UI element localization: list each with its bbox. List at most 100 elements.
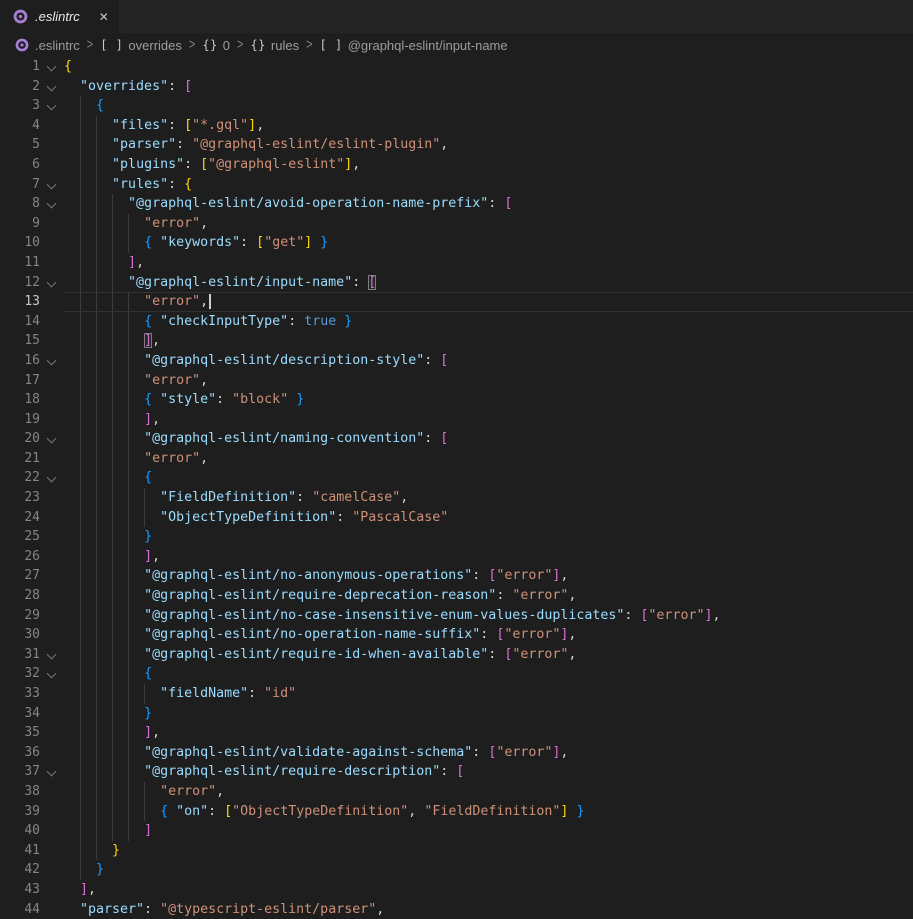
- code-line[interactable]: 11 ],: [0, 253, 913, 273]
- indent-guide: [128, 762, 129, 782]
- indent-guide: [96, 723, 97, 743]
- fold-chevron-icon[interactable]: [40, 468, 64, 488]
- code-line[interactable]: 36 "@graphql-eslint/validate-against-sch…: [0, 743, 913, 763]
- indent-guide: [128, 645, 129, 665]
- code-line[interactable]: 9 "error",: [0, 214, 913, 234]
- code-line[interactable]: 20 "@graphql-eslint/naming-convention": …: [0, 429, 913, 449]
- breadcrumb-item--eslintrc[interactable]: .eslintrc: [15, 38, 80, 53]
- code-line[interactable]: 33 "fieldName": "id": [0, 684, 913, 704]
- fold-chevron-icon[interactable]: [40, 194, 64, 214]
- code-line[interactable]: 8 "@graphql-eslint/avoid-operation-name-…: [0, 194, 913, 214]
- chevron-down-icon: [47, 649, 57, 659]
- fold-chevron-icon[interactable]: [40, 351, 64, 371]
- code-text: "@graphql-eslint/require-id-when-availab…: [64, 645, 913, 665]
- code-line[interactable]: 41 }: [0, 841, 913, 861]
- code-line[interactable]: 34 }: [0, 704, 913, 724]
- line-number: 41: [0, 841, 40, 861]
- indent-guide: [128, 214, 129, 234]
- code-text: }: [64, 704, 913, 724]
- text-cursor: [209, 294, 211, 309]
- code-text: "@graphql-eslint/description-style": [: [64, 351, 913, 371]
- code-line[interactable]: 21 "error",: [0, 449, 913, 469]
- fold-chevron-icon[interactable]: [40, 664, 64, 684]
- breadcrumb-item-rules[interactable]: {}rules: [250, 38, 299, 53]
- indent-guide: [128, 743, 129, 763]
- code-line[interactable]: 5 "parser": "@graphql-eslint/eslint-plug…: [0, 135, 913, 155]
- tab-eslintrc[interactable]: .eslintrc ✕: [0, 0, 119, 33]
- fold-chevron-icon[interactable]: [40, 429, 64, 449]
- fold-chevron-icon[interactable]: [40, 57, 64, 77]
- indent-guide: [80, 821, 81, 841]
- code-line[interactable]: 37 "@graphql-eslint/require-description"…: [0, 762, 913, 782]
- fold-chevron-icon[interactable]: [40, 77, 64, 97]
- code-line[interactable]: 35 ],: [0, 723, 913, 743]
- line-number: 32: [0, 664, 40, 684]
- indent-guide: [96, 292, 97, 312]
- fold-chevron-icon[interactable]: [40, 645, 64, 665]
- indent-guide: [80, 273, 81, 293]
- indent-guide: [128, 527, 129, 547]
- fold-chevron-icon[interactable]: [40, 762, 64, 782]
- editor[interactable]: 1{2 "overrides": [3 {4 "files": ["*.gql"…: [0, 57, 913, 919]
- fold-chevron-icon[interactable]: [40, 96, 64, 116]
- code-line[interactable]: 26 ],: [0, 547, 913, 567]
- code-line[interactable]: 27 "@graphql-eslint/no-anonymous-operati…: [0, 566, 913, 586]
- breadcrumb-item-0[interactable]: {}0: [202, 38, 230, 53]
- code-line[interactable]: 7 "rules": {: [0, 175, 913, 195]
- indent-guide: [112, 253, 113, 273]
- close-icon[interactable]: ✕: [99, 10, 109, 24]
- code-line[interactable]: 4 "files": ["*.gql"],: [0, 116, 913, 136]
- code-line[interactable]: 10 { "keywords": ["get"] }: [0, 233, 913, 253]
- code-line[interactable]: 43 ],: [0, 880, 913, 900]
- indent-guide: [112, 723, 113, 743]
- fold-gutter: [40, 586, 64, 606]
- indent-guide: [96, 155, 97, 175]
- indent-guide: [128, 723, 129, 743]
- code-line[interactable]: 31 "@graphql-eslint/require-id-when-avai…: [0, 645, 913, 665]
- code-line[interactable]: 29 "@graphql-eslint/no-case-insensitive-…: [0, 606, 913, 626]
- chevron-right-icon: >: [306, 37, 312, 53]
- code-line[interactable]: 40 ]: [0, 821, 913, 841]
- fold-chevron-icon[interactable]: [40, 273, 64, 293]
- chevron-down-icon: [47, 179, 57, 189]
- line-number: 42: [0, 860, 40, 880]
- code-line[interactable]: 3 {: [0, 96, 913, 116]
- code-line[interactable]: 30 "@graphql-eslint/no-operation-name-su…: [0, 625, 913, 645]
- code-line[interactable]: 23 "FieldDefinition": "camelCase",: [0, 488, 913, 508]
- code-text: "parser": "@typescript-eslint/parser",: [64, 900, 913, 919]
- code-line[interactable]: 17 "error",: [0, 371, 913, 391]
- code-line[interactable]: 28 "@graphql-eslint/require-deprecation-…: [0, 586, 913, 606]
- code-line[interactable]: 13 "error",: [0, 292, 913, 312]
- code-line[interactable]: 14 { "checkInputType": true }: [0, 312, 913, 332]
- indent-guide: [128, 821, 129, 841]
- code-line[interactable]: 42 }: [0, 860, 913, 880]
- indent-guide: [80, 331, 81, 351]
- code-text: "error",: [64, 292, 913, 312]
- code-line[interactable]: 22 {: [0, 468, 913, 488]
- code-line[interactable]: 1{: [0, 57, 913, 77]
- code-line[interactable]: 32 {: [0, 664, 913, 684]
- code-line[interactable]: 44 "parser": "@typescript-eslint/parser"…: [0, 900, 913, 919]
- indent-guide: [96, 566, 97, 586]
- fold-gutter: [40, 860, 64, 880]
- code-line[interactable]: 16 "@graphql-eslint/description-style": …: [0, 351, 913, 371]
- code-line[interactable]: 38 "error",: [0, 782, 913, 802]
- indent-guide: [80, 155, 81, 175]
- indent-guide: [112, 802, 113, 822]
- code-text: { "keywords": ["get"] }: [64, 233, 913, 253]
- breadcrumb-item-overrides[interactable]: [ ]overrides: [100, 38, 182, 53]
- code-line[interactable]: 39 { "on": ["ObjectTypeDefinition", "Fie…: [0, 802, 913, 822]
- code-line[interactable]: 2 "overrides": [: [0, 77, 913, 97]
- fold-chevron-icon[interactable]: [40, 175, 64, 195]
- code-line[interactable]: 25 }: [0, 527, 913, 547]
- code-line[interactable]: 12 "@graphql-eslint/input-name": [: [0, 273, 913, 293]
- breadcrumb-item--graphql-eslint-input-name[interactable]: [ ]@graphql-eslint/input-name: [320, 38, 508, 53]
- indent-guide: [80, 762, 81, 782]
- code-line[interactable]: 19 ],: [0, 410, 913, 430]
- code-line[interactable]: 18 { "style": "block" }: [0, 390, 913, 410]
- code-line[interactable]: 24 "ObjectTypeDefinition": "PascalCase": [0, 508, 913, 528]
- indent-guide: [112, 645, 113, 665]
- indent-guide: [80, 527, 81, 547]
- code-line[interactable]: 6 "plugins": ["@graphql-eslint"],: [0, 155, 913, 175]
- code-line[interactable]: 15 ],: [0, 331, 913, 351]
